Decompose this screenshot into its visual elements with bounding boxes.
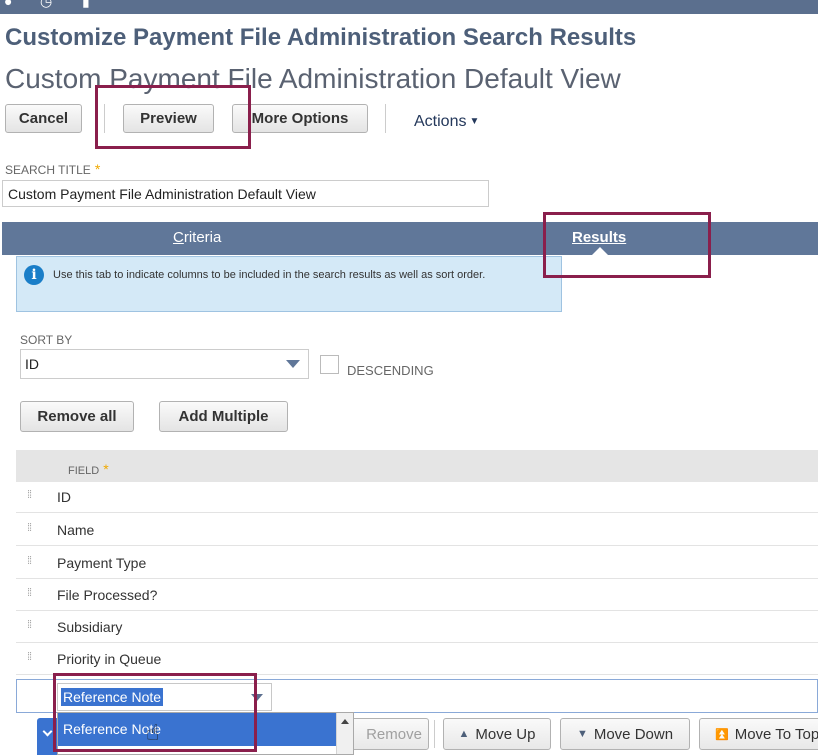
actions-menu[interactable]: Actions ▼ — [414, 113, 479, 131]
button-divider — [434, 720, 435, 748]
move-up-button[interactable]: ▲ Move Up — [443, 718, 551, 750]
field-cell: File Processed? — [57, 587, 158, 603]
checkmark-icon — [42, 726, 53, 737]
drag-handle-icon[interactable]: ⁞⁞ — [27, 522, 32, 534]
field-select-value: Reference Note — [61, 688, 164, 706]
table-row[interactable]: ⁞⁞ ID — [16, 482, 818, 513]
sort-by-select[interactable]: ID — [20, 349, 309, 379]
search-title-input[interactable]: Custom Payment File Administration Defau… — [2, 180, 489, 207]
drag-handle-icon[interactable]: ⁞⁞ — [27, 619, 32, 631]
table-row[interactable]: ⁞⁞ Priority in Queue — [16, 644, 818, 675]
move-to-top-icon: ⏫ — [715, 728, 729, 741]
field-cell: Priority in Queue — [57, 651, 162, 667]
drag-handle-icon[interactable]: ⁞⁞ — [27, 651, 32, 663]
toolbar-divider — [104, 104, 105, 133]
field-cell: Name — [57, 522, 95, 538]
grid-header: FIELD * — [16, 450, 818, 482]
field-cell: Payment Type — [57, 555, 147, 571]
table-row[interactable]: ⁞⁞ Name — [16, 515, 818, 546]
arrow-down-icon: ▼ — [576, 728, 588, 740]
active-tab-indicator — [592, 247, 608, 255]
move-up-label: Move Up — [475, 725, 536, 743]
dropdown-arrow-icon — [251, 694, 263, 701]
remove-row-button[interactable]: Remove — [345, 718, 429, 750]
table-row[interactable]: ⁞⁞ File Processed? — [16, 580, 818, 611]
field-cell: ID — [57, 489, 71, 505]
drag-handle-icon[interactable]: ⁞⁞ — [27, 555, 32, 567]
descending-label: DESCENDING — [347, 363, 434, 378]
tab-results[interactable]: Results — [572, 229, 626, 246]
info-message-text: Use this tab to indicate columns to be i… — [53, 269, 486, 281]
document-icon[interactable]: ▮ — [82, 0, 90, 8]
caret-down-icon: ▼ — [469, 116, 480, 128]
tab-results-accesskey: R — [572, 229, 583, 246]
field-cell: Subsidiary — [57, 619, 123, 635]
dropdown-scrollbar[interactable] — [336, 713, 353, 754]
move-to-top-button[interactable]: ⏫ Move To Top — [699, 718, 818, 750]
cancel-button[interactable]: Cancel — [5, 104, 82, 133]
dropdown-option[interactable]: Reference Note — [58, 713, 336, 746]
actions-label: Actions — [414, 113, 467, 130]
field-select[interactable]: Reference Note — [57, 683, 272, 711]
table-row[interactable]: ⁞⁞ Payment Type — [16, 548, 818, 579]
tab-criteria-accesskey: C — [173, 229, 184, 246]
tab-results-label: esults — [582, 229, 627, 246]
field-column-header-text: FIELD — [68, 465, 100, 477]
drag-handle-icon[interactable]: ⁞⁞ — [27, 489, 32, 501]
hand-cursor-icon: ☝ — [146, 720, 160, 745]
move-to-top-label: Move To Top — [734, 725, 818, 743]
required-marker: * — [103, 461, 109, 477]
tab-criteria[interactable]: Criteria — [173, 229, 221, 246]
descending-checkbox[interactable] — [320, 355, 339, 374]
search-title-label-text: SEARCH TITLE — [5, 163, 91, 177]
recent-icon[interactable]: ◷ — [40, 0, 52, 8]
info-message: i Use this tab to indicate columns to be… — [16, 256, 562, 312]
required-marker: * — [94, 161, 101, 177]
sort-by-value: ID — [25, 356, 39, 372]
add-multiple-button[interactable]: Add Multiple — [159, 401, 288, 432]
arrow-up-icon: ▲ — [458, 728, 470, 740]
search-title-label: SEARCH TITLE * — [5, 161, 100, 177]
page-title: Customize Payment File Administration Se… — [5, 24, 637, 51]
remove-all-button[interactable]: Remove all — [20, 401, 134, 432]
scroll-up-icon[interactable] — [341, 719, 349, 724]
dropdown-arrow-icon — [286, 360, 300, 368]
info-icon: i — [24, 265, 44, 285]
move-down-button[interactable]: ▼ Move Down — [560, 718, 690, 750]
preview-button[interactable]: Preview — [123, 104, 214, 133]
more-options-button[interactable]: More Options — [232, 104, 368, 133]
move-down-label: Move Down — [593, 725, 674, 743]
field-column-header: FIELD * — [68, 461, 109, 477]
top-navigation-bar: ● ◷ ▮ — [0, 0, 818, 14]
field-dropdown-list[interactable]: Reference Note — [57, 712, 354, 755]
toolbar-divider — [385, 104, 386, 133]
page-subtitle: Custom Payment File Administration Defau… — [5, 63, 621, 94]
subtab-bar — [2, 222, 818, 255]
table-row[interactable]: ⁞⁞ Subsidiary — [16, 612, 818, 643]
tab-criteria-label: riteria — [183, 229, 222, 246]
home-icon[interactable]: ● — [4, 0, 12, 8]
drag-handle-icon[interactable]: ⁞⁞ — [27, 587, 32, 599]
remove-row-label: Remove — [366, 725, 422, 743]
sort-by-label: SORT BY — [20, 333, 73, 347]
